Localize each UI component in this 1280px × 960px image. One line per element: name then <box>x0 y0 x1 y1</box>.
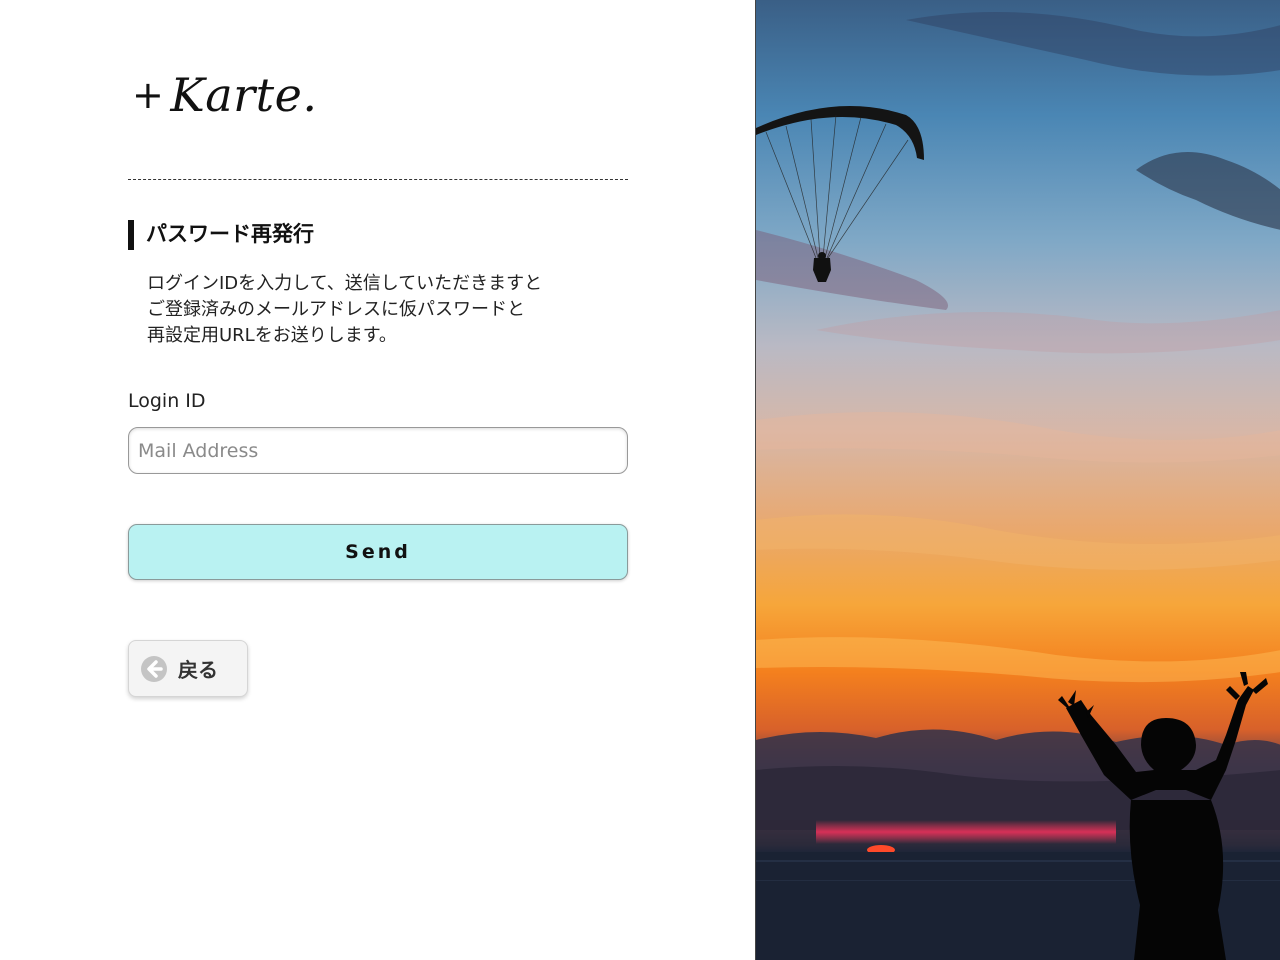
instructions-text: ログインIDを入力して、送信していただきますと ご登録済みのメールアドレスに仮パ… <box>147 271 542 349</box>
arrow-left-circle-icon <box>140 655 168 683</box>
back-label: 戻る <box>178 658 218 682</box>
dashed-divider <box>128 179 628 180</box>
back-button[interactable]: 戻る <box>128 640 248 697</box>
login-id-label: Login ID <box>128 390 206 412</box>
page-title: パスワード再発行 <box>128 220 314 250</box>
form-panel: + Karte. パスワード再発行 ログインIDを入力して、送信していただきますと… <box>0 0 755 960</box>
password-reset-page: + Karte. パスワード再発行 ログインIDを入力して、送信していただきますと… <box>0 0 1280 960</box>
logo-plus: + <box>132 73 165 117</box>
sunset-photo <box>756 0 1280 960</box>
instructions-line: ご登録済みのメールアドレスに仮パスワードと <box>147 299 525 320</box>
karte-logo: + Karte. <box>132 68 317 122</box>
instructions-line: 再設定用URLをお送りします。 <box>147 325 397 346</box>
mail-address-input[interactable] <box>128 427 628 474</box>
instructions-line: ログインIDを入力して、送信していただきますと <box>147 273 543 294</box>
hero-image <box>755 0 1280 960</box>
logo-text: Karte. <box>170 68 318 122</box>
send-button[interactable]: Send <box>128 524 628 580</box>
